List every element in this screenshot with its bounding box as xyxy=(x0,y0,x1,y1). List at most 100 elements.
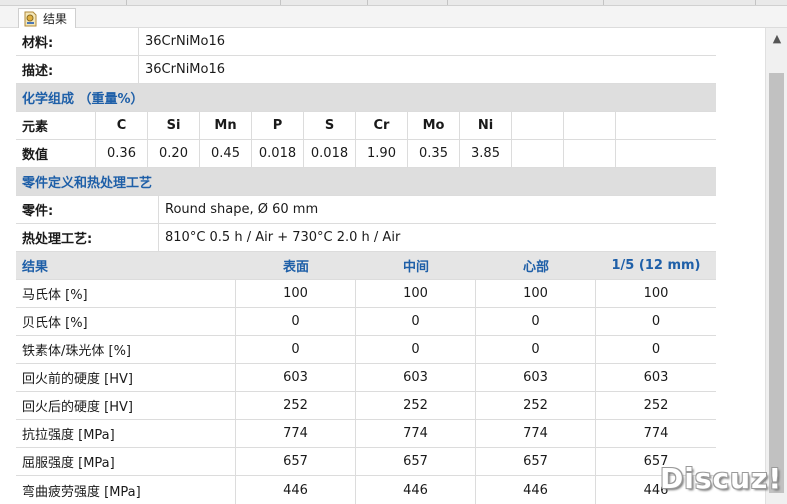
result-cell: 100 xyxy=(476,280,596,307)
composition-section-header: 化学组成 （重量%） xyxy=(16,84,716,112)
result-cell: 252 xyxy=(476,392,596,419)
result-cell: 0 xyxy=(651,314,661,329)
result-cell: 446 xyxy=(476,476,596,504)
element-cell: Ni xyxy=(460,112,512,139)
column-header-fifth-radius: 1/5 (12 mm) xyxy=(611,258,701,273)
result-row-label: 回火后的硬度 [HV] xyxy=(16,392,236,419)
result-cell: 0 xyxy=(476,336,596,363)
value-cell: 3.85 xyxy=(460,140,512,167)
scroll-up-icon[interactable]: ▲ xyxy=(766,28,787,48)
result-cell: 252 xyxy=(236,392,356,419)
result-cell: 774 xyxy=(643,426,669,441)
result-row-label: 屈服强度 [MPa] xyxy=(16,448,236,475)
tab-separator xyxy=(603,0,604,5)
tab-result-label: 结果 xyxy=(43,12,68,26)
result-row: 铁素体/珠光体 [%] 0 0 0 0 xyxy=(16,336,716,364)
result-row: 弯曲疲劳强度 [MPa] 446 446 446 446 xyxy=(16,476,716,504)
result-cell: 603 xyxy=(476,364,596,391)
composition-title: 化学组成 （重量%） xyxy=(22,92,144,107)
result-cell: 0 xyxy=(236,336,356,363)
element-cell: C xyxy=(96,112,148,139)
column-header-middle: 中间 xyxy=(402,260,429,275)
tab-separator xyxy=(280,0,281,5)
column-header-surface: 表面 xyxy=(282,260,309,275)
result-cell: 603 xyxy=(643,370,669,385)
column-header-core: 心部 xyxy=(522,260,549,275)
result-row: 回火前的硬度 [HV] 603 603 603 603 xyxy=(16,364,716,392)
result-cell: 100 xyxy=(356,280,476,307)
results-title: 结果 xyxy=(22,260,49,275)
result-row-label: 贝氏体 [%] xyxy=(16,308,236,335)
result-row-label: 马氏体 [%] xyxy=(16,280,236,307)
result-cell: 657 xyxy=(476,448,596,475)
results-header-row: 结果 表面 中间 心部 1/5 (12 mm) xyxy=(16,252,716,280)
part-value: Round shape, Ø 60 mm xyxy=(165,202,319,217)
result-row: 屈服强度 [MPa] 657 657 657 657 xyxy=(16,448,716,476)
element-cell: P xyxy=(252,112,304,139)
result-row-label: 抗拉强度 [MPa] xyxy=(16,420,236,447)
composition-values-row: 数值 0.36 0.20 0.45 0.018 0.018 1.90 0.35 … xyxy=(16,140,716,168)
result-cell: 252 xyxy=(356,392,476,419)
empty-cell xyxy=(616,140,668,167)
empty-cell xyxy=(564,140,616,167)
result-cell: 0 xyxy=(476,308,596,335)
result-cell: 774 xyxy=(476,420,596,447)
result-cell: 100 xyxy=(643,286,669,301)
heat-treatment-value: 810°C 0.5 h / Air + 730°C 2.0 h / Air xyxy=(165,230,401,245)
result-cell: 0 xyxy=(356,336,476,363)
result-cell: 774 xyxy=(356,420,476,447)
value-cell: 0.36 xyxy=(96,140,148,167)
result-row-label: 回火前的硬度 [HV] xyxy=(16,364,236,391)
empty-cell xyxy=(564,112,616,139)
part-section-header: 零件定义和热处理工艺 xyxy=(16,168,716,196)
description-row: 描述: 36CrNiMo16 xyxy=(16,56,716,84)
result-cell: 657 xyxy=(236,448,356,475)
element-cell: S xyxy=(304,112,356,139)
result-cell: 0 xyxy=(651,342,661,357)
tab-separator xyxy=(126,0,127,5)
element-cell: Mo xyxy=(408,112,460,139)
description-label: 描述: xyxy=(16,56,139,83)
value-cell: 0.35 xyxy=(408,140,460,167)
composition-elements-row: 元素 C Si Mn P S Cr Mo Ni xyxy=(16,112,716,140)
result-table: 材料: 36CrNiMo16 描述: 36CrNiMo16 化学组成 （重量%）… xyxy=(16,28,716,504)
result-cell: 100 xyxy=(236,280,356,307)
element-label: 元素 xyxy=(16,112,96,139)
material-value: 36CrNiMo16 xyxy=(145,34,226,49)
material-row: 材料: 36CrNiMo16 xyxy=(16,28,716,56)
result-row-label: 铁素体/珠光体 [%] xyxy=(16,336,236,363)
panel-header: 结果 xyxy=(0,6,787,28)
result-cell: 446 xyxy=(236,476,356,504)
tab-separator xyxy=(755,0,756,5)
watermark: Discuz! xyxy=(660,462,783,495)
value-cell: 0.018 xyxy=(252,140,304,167)
result-row: 贝氏体 [%] 0 0 0 0 xyxy=(16,308,716,336)
heat-treatment-row: 热处理工艺: 810°C 0.5 h / Air + 730°C 2.0 h /… xyxy=(16,224,716,252)
result-cell: 0 xyxy=(236,308,356,335)
result-cell: 446 xyxy=(356,476,476,504)
value-cell: 0.45 xyxy=(200,140,252,167)
result-cell: 0 xyxy=(356,308,476,335)
scrollbar-thumb[interactable] xyxy=(769,73,784,493)
result-cell: 603 xyxy=(236,364,356,391)
element-cell: Cr xyxy=(356,112,408,139)
tab-result[interactable]: 结果 xyxy=(18,8,77,28)
value-cell: 0.20 xyxy=(148,140,200,167)
result-cell: 657 xyxy=(356,448,476,475)
result-cell: 252 xyxy=(643,398,669,413)
material-label: 材料: xyxy=(16,28,139,55)
part-row: 零件: Round shape, Ø 60 mm xyxy=(16,196,716,224)
value-cell: 0.018 xyxy=(304,140,356,167)
result-cell: 774 xyxy=(236,420,356,447)
empty-cell xyxy=(616,112,668,139)
vertical-scrollbar[interactable]: ▲ xyxy=(765,28,787,504)
part-label: 零件: xyxy=(16,196,159,223)
result-row: 马氏体 [%] 100 100 100 100 xyxy=(16,280,716,308)
result-row: 抗拉强度 [MPa] 774 774 774 774 xyxy=(16,420,716,448)
empty-cell xyxy=(512,112,564,139)
value-label: 数值 xyxy=(16,140,96,167)
element-cell: Mn xyxy=(200,112,252,139)
tab-separator xyxy=(367,0,368,5)
description-value: 36CrNiMo16 xyxy=(145,62,226,77)
empty-cell xyxy=(512,140,564,167)
